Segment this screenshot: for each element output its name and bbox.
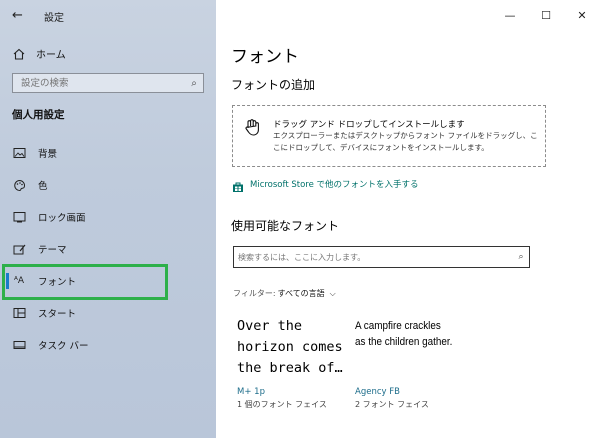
store-icon bbox=[232, 178, 244, 192]
available-fonts-heading: 使用可能なフォント bbox=[231, 219, 340, 233]
font-search-input[interactable] bbox=[234, 247, 513, 267]
font-icon: ᴬA bbox=[13, 276, 25, 286]
sidebar-item-theme[interactable]: テーマ bbox=[8, 237, 208, 261]
font-sample: A campfire crackles as the children gath… bbox=[355, 320, 453, 348]
language-filter[interactable]: フィルター: すべての言語 ⌵ bbox=[233, 288, 336, 299]
back-arrow-icon[interactable]: ← bbox=[12, 8, 28, 24]
section-title: 個人用設定 bbox=[12, 109, 65, 121]
font-search[interactable]: ⌕ bbox=[233, 246, 530, 268]
font-card-agency[interactable]: A campfire crackles as the children gath… bbox=[355, 318, 465, 350]
store-link-text[interactable]: Microsoft Store で他のフォントを入手する bbox=[250, 178, 419, 190]
sidebar-item-label: 色 bbox=[38, 181, 48, 192]
home-link[interactable]: ホーム bbox=[12, 42, 66, 64]
title-bar: ← 設定 bbox=[0, 0, 216, 32]
sidebar-item-label: 背景 bbox=[38, 149, 58, 160]
font-name[interactable]: Agency FB bbox=[355, 387, 400, 397]
drop-zone-heading: ドラッグ アンド ドロップしてインストールします bbox=[273, 120, 465, 130]
taskbar-icon bbox=[12, 338, 26, 352]
home-label: ホーム bbox=[36, 49, 66, 61]
chevron-down-icon[interactable]: ⌵ bbox=[330, 289, 336, 299]
sidebar-item-background[interactable]: 背景 bbox=[8, 141, 208, 165]
store-link[interactable]: Microsoft Store で他のフォントを入手する bbox=[232, 178, 419, 192]
brush-icon bbox=[12, 242, 26, 256]
page-title: フォント bbox=[231, 47, 299, 67]
sidebar-item-label: タスク バー bbox=[38, 341, 89, 352]
font-name[interactable]: M+ 1p bbox=[237, 387, 265, 397]
palette-icon bbox=[12, 178, 26, 192]
search-icon[interactable]: ⌕ bbox=[185, 78, 203, 89]
settings-search-input[interactable] bbox=[13, 74, 185, 92]
start-icon bbox=[12, 306, 26, 320]
main-content: フォント フォントの追加 ドラッグ アンド ドロップしてインストールします エク… bbox=[216, 0, 600, 438]
font-face-count: 1 個のフォント フェイス bbox=[237, 400, 327, 409]
sidebar-item-label: スタート bbox=[38, 309, 77, 320]
search-icon[interactable]: ⌕ bbox=[513, 252, 529, 262]
sidebar-item-label: テーマ bbox=[38, 245, 67, 256]
sidebar-item-lock-screen[interactable]: ロック画面 bbox=[8, 205, 208, 229]
filter-label: フィルター: bbox=[233, 289, 276, 298]
sidebar-item-fonts[interactable]: ᴬA フォント bbox=[6, 269, 208, 293]
font-sample: Over the horizon comes the break of… bbox=[237, 318, 343, 376]
sidebar-item-taskbar[interactable]: タスク バー bbox=[8, 333, 208, 357]
font-face-count: 2 フォント フェイス bbox=[355, 400, 429, 409]
sidebar-item-label: フォント bbox=[38, 277, 77, 288]
filter-value[interactable]: すべての言語 bbox=[278, 288, 325, 299]
font-card-mplus[interactable]: Over the horizon comes the break of… bbox=[237, 316, 343, 379]
settings-search[interactable]: ⌕ bbox=[12, 73, 204, 93]
drop-zone-description: エクスプローラーまたはデスクトップからフォント ファイルをドラッグし、ここにドロ… bbox=[273, 131, 538, 152]
add-fonts-heading: フォントの追加 bbox=[231, 78, 316, 92]
sidebar-item-color[interactable]: 色 bbox=[8, 173, 208, 197]
home-icon bbox=[12, 46, 26, 60]
picture-icon bbox=[12, 146, 26, 160]
hand-cursor-icon bbox=[243, 117, 263, 137]
sidebar-item-label: ロック画面 bbox=[38, 213, 86, 224]
sidebar: ← 設定 ホーム ⌕ 個人用設定 背景 色 ロック画面 テーマ bbox=[0, 0, 216, 438]
lock-screen-icon bbox=[12, 210, 26, 224]
font-drop-zone[interactable]: ドラッグ アンド ドロップしてインストールします エクスプローラーまたはデスクト… bbox=[232, 105, 546, 167]
window-title: 設定 bbox=[44, 13, 64, 24]
sidebar-item-start[interactable]: スタート bbox=[8, 301, 208, 325]
